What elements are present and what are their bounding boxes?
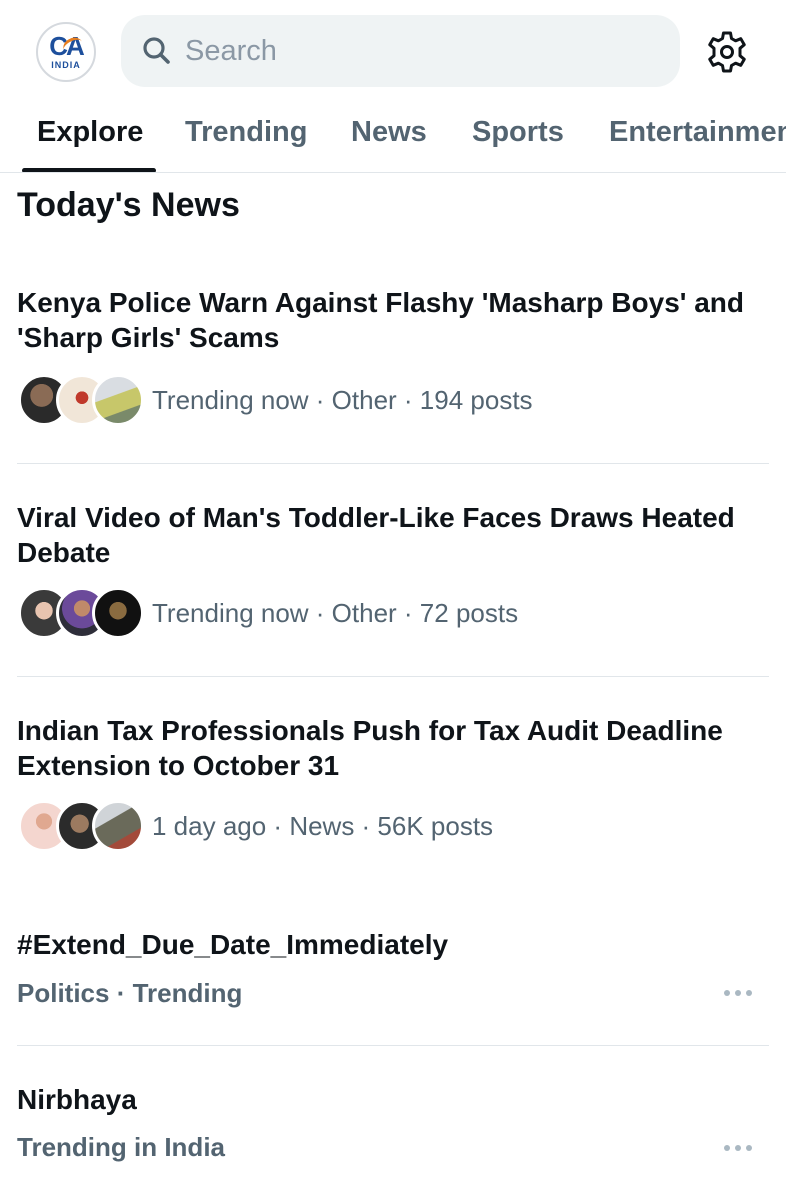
active-tab-indicator (22, 168, 156, 172)
search-icon (143, 37, 170, 64)
logo-mark: CA (49, 33, 86, 59)
news-item[interactable]: Viral Video of Man's Toddler-Like Faces … (0, 500, 786, 676)
news-item[interactable]: Indian Tax Professionals Push for Tax Au… (0, 713, 786, 883)
explore-tabs: Explore Trending News Sports Entertainme… (0, 100, 786, 173)
avatar (92, 800, 144, 852)
trend-title: Nirbhaya (17, 1084, 137, 1115)
profile-avatar-logo[interactable]: CA INDIA (36, 22, 96, 82)
news-meta: Trending now · Other · 194 posts (152, 385, 533, 415)
tab-entertainment[interactable]: Entertainment (609, 100, 786, 172)
tab-explore[interactable]: Explore (37, 100, 143, 172)
section-title: Today's News (17, 186, 240, 224)
avatar-stack (18, 374, 144, 426)
more-options-icon[interactable] (722, 1142, 756, 1154)
avatar (92, 374, 144, 426)
more-options-icon[interactable] (722, 987, 756, 999)
divider (17, 463, 769, 464)
news-meta: Trending now · Other · 72 posts (152, 598, 519, 628)
search-bar[interactable] (121, 15, 680, 87)
tab-sports[interactable]: Sports (472, 100, 564, 172)
news-item[interactable]: Kenya Police Warn Against Flashy 'Mashar… (0, 285, 786, 463)
avatar (92, 587, 144, 639)
news-meta: 1 day ago · News · 56K posts (152, 811, 494, 841)
trend-subtitle: Trending in India (17, 1132, 225, 1162)
search-input[interactable] (185, 29, 655, 73)
news-title: Viral Video of Man's Toddler-Like Faces … (17, 502, 735, 568)
trend-item[interactable]: #Extend_Due_Date_Immediately Politics · … (0, 925, 786, 1045)
avatar-stack (18, 800, 144, 852)
settings-gear-icon[interactable] (705, 30, 749, 74)
avatar-stack (18, 587, 144, 639)
top-header: CA INDIA (0, 0, 786, 100)
divider (17, 1045, 769, 1046)
trend-item[interactable]: Nirbhaya Trending in India (0, 1080, 786, 1190)
news-title: Indian Tax Professionals Push for Tax Au… (17, 715, 723, 781)
trend-title: #Extend_Due_Date_Immediately (17, 929, 449, 960)
tab-trending[interactable]: Trending (185, 100, 307, 172)
news-title: Kenya Police Warn Against Flashy 'Mashar… (17, 287, 744, 353)
trend-subtitle: Politics · Trending (17, 978, 243, 1008)
divider (17, 676, 769, 677)
logo-subtext: INDIA (51, 60, 81, 70)
tab-news[interactable]: News (351, 100, 427, 172)
explore-page: CA INDIA Explore Trending News Sports En… (0, 0, 786, 1200)
